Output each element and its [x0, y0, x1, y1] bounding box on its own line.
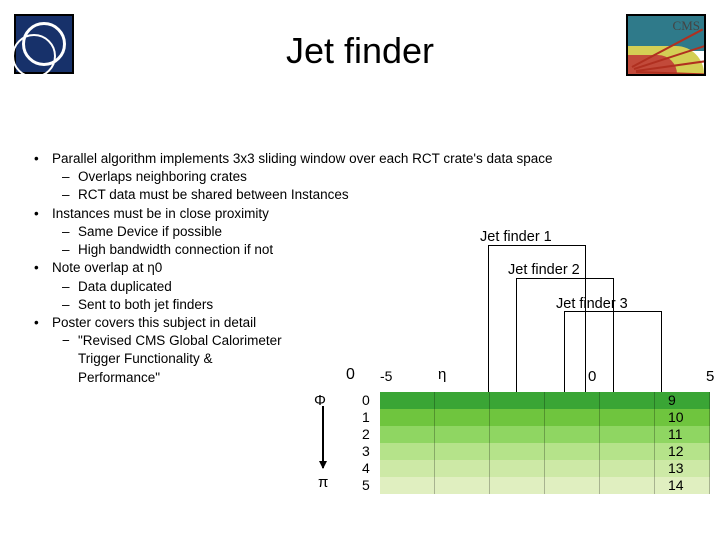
row-labels-right: 9 10 11 12 13 14 [668, 392, 684, 494]
eta-phi-grid [380, 392, 710, 494]
phi-arrow-icon [322, 406, 324, 468]
eta-phi-diagram: 0 -5 η 0 5 Φ π 0 1 2 3 4 5 9 10 11 12 13… [350, 362, 710, 532]
phi-pi-label: π [318, 474, 328, 491]
row-label: 0 [362, 392, 370, 409]
axis-zero-left: 0 [346, 366, 355, 384]
axis-zero-mid: 0 [588, 368, 596, 385]
bullet-text: Parallel algorithm implements 3x3 slidin… [52, 151, 553, 166]
row-label: 12 [668, 443, 684, 460]
row-label: 11 [668, 426, 684, 443]
slide-title: Jet finder [0, 30, 720, 72]
row-label: 1 [362, 409, 370, 426]
row-label: 9 [668, 392, 684, 409]
eta-label: η [438, 366, 446, 383]
row-labels-left: 0 1 2 3 4 5 [362, 392, 370, 494]
row-label: 2 [362, 426, 370, 443]
axis-neg5: -5 [380, 368, 392, 384]
row-label: 5 [362, 477, 370, 494]
bullet-text: Note overlap at η0 [52, 260, 162, 275]
row-label: 13 [668, 460, 684, 477]
bullet-text: "Revised CMS Global Calorimeter Trigger … [58, 332, 288, 387]
phi-label: Φ [314, 392, 326, 409]
bullet-text: Poster covers this subject in detail [52, 315, 256, 330]
cms-logo: CMS [626, 14, 706, 76]
bullet-text: RCT data must be shared between Instance… [58, 186, 588, 204]
row-label: 14 [668, 477, 684, 494]
axis-five: 5 [706, 368, 714, 385]
row-label: 10 [668, 409, 684, 426]
bullet-text: Overlaps neighboring crates [58, 168, 588, 186]
callout-jf1: Jet finder 1 [480, 229, 552, 245]
cms-label: CMS [673, 18, 700, 34]
row-label: 4 [362, 460, 370, 477]
row-label: 3 [362, 443, 370, 460]
bullet-text: Instances must be in close proximity [52, 206, 269, 221]
